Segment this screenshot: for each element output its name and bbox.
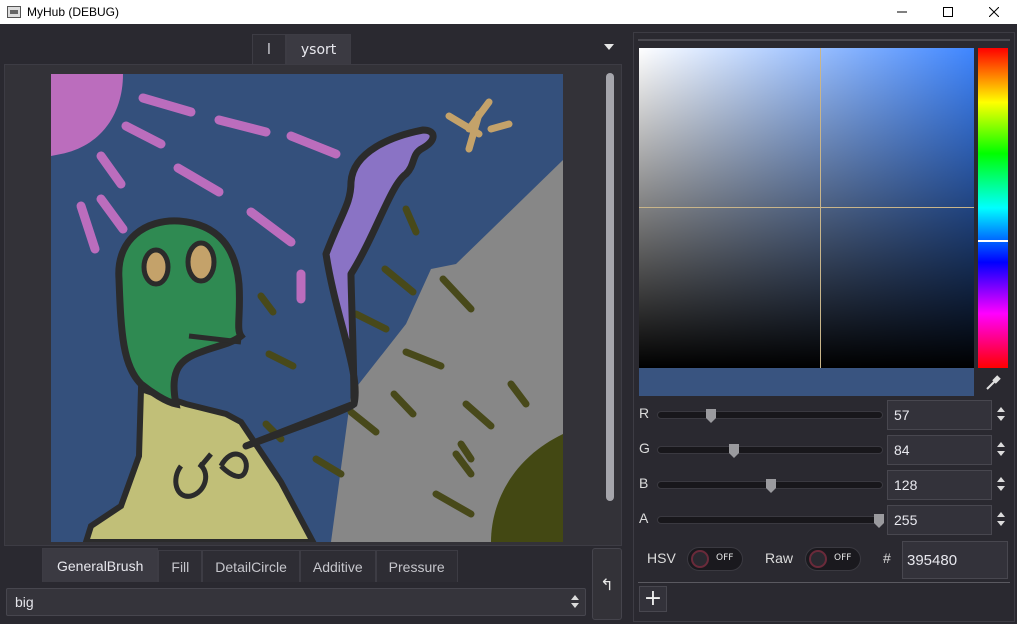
slider-g[interactable]	[657, 444, 883, 458]
brush-tool-tabs: GeneralBrush Fill DetailCircle Additive …	[42, 548, 458, 582]
spinner-r-icon[interactable]	[997, 407, 1005, 421]
close-icon	[989, 7, 999, 17]
title-bar: MyHub (DEBUG)	[0, 0, 1017, 24]
undo-button[interactable]: ↰	[592, 548, 622, 620]
raw-label: Raw	[765, 550, 794, 566]
hsv-toggle[interactable]: OFF	[687, 547, 743, 571]
slider-a[interactable]	[657, 514, 884, 528]
tab-label: Pressure	[388, 558, 445, 575]
raw-toggle[interactable]: OFF	[805, 547, 861, 571]
spinner-g-icon[interactable]	[997, 442, 1005, 456]
canvas-viewport[interactable]	[4, 64, 622, 546]
select-spinner-icon	[571, 595, 579, 608]
tab-ysort[interactable]: ysort	[285, 34, 352, 64]
minimize-button[interactable]	[879, 0, 925, 24]
hsv-label: HSV	[647, 550, 676, 566]
slider-handle-g[interactable]	[729, 444, 740, 458]
color-mode-row: HSV OFF Raw OFF # 395480	[639, 539, 1011, 579]
add-swatch-button[interactable]: +	[639, 586, 667, 612]
slider-row-b: B 128	[639, 470, 1011, 500]
panel-divider	[638, 582, 1010, 583]
eyedropper-button[interactable]	[980, 371, 1006, 395]
brush-preset-select[interactable]: big	[6, 588, 586, 616]
slider-b[interactable]	[657, 479, 883, 493]
document-tab-bar: l ysort	[252, 34, 352, 64]
value-input-g[interactable]: 84	[887, 435, 992, 465]
tab-l[interactable]: l	[252, 34, 286, 64]
tab-label: GeneralBrush	[57, 557, 144, 574]
value-input-r[interactable]: 57	[887, 400, 992, 430]
maximize-icon	[943, 7, 953, 17]
tab-additive[interactable]: Additive	[299, 550, 376, 582]
drawing-canvas[interactable]	[51, 74, 563, 542]
left-eye	[141, 247, 171, 287]
color-picker-panel: R 57 G 84 B 128 A 255 HSV OFF Raw OFF # …	[633, 32, 1015, 622]
eyedropper-icon	[986, 375, 1001, 390]
hue-marker[interactable]	[978, 240, 1008, 242]
slider-handle-a[interactable]	[874, 514, 884, 528]
panel-divider	[638, 39, 1010, 41]
slider-r[interactable]	[657, 409, 883, 423]
tab-generalbrush[interactable]: GeneralBrush	[42, 548, 159, 582]
tab-fill[interactable]: Fill	[158, 550, 203, 582]
tab-label: Fill	[171, 558, 190, 575]
tab-label: DetailCircle	[215, 558, 287, 575]
value-input-b[interactable]: 128	[887, 470, 992, 500]
canvas-panel: l ysort GeneralBrush Fill DetailCircle A…	[0, 26, 626, 622]
channel-label-r: R	[639, 405, 650, 421]
sv-crosshair-vertical	[820, 48, 821, 368]
tab-detailcircle[interactable]: DetailCircle	[202, 550, 300, 582]
raw-toggle-state: OFF	[834, 553, 852, 563]
saturation-value-square[interactable]	[639, 48, 974, 368]
plus-icon: +	[643, 586, 663, 611]
slider-handle-b[interactable]	[766, 479, 777, 493]
spinner-a-icon[interactable]	[997, 512, 1005, 526]
window-title: MyHub (DEBUG)	[27, 5, 120, 19]
channel-label-a: A	[639, 510, 649, 526]
app-body: l ysort GeneralBrush Fill DetailCircle A…	[0, 24, 1017, 624]
right-eye	[185, 240, 217, 284]
slider-row-r: R 57	[639, 400, 1011, 430]
tab-menu-arrow-icon[interactable]	[604, 44, 614, 50]
value-input-a[interactable]: 255	[887, 505, 992, 535]
hsv-toggle-state: OFF	[716, 553, 734, 563]
hex-color-input[interactable]: 395480	[902, 541, 1008, 579]
tab-pressure[interactable]: Pressure	[375, 550, 458, 582]
close-button[interactable]	[971, 0, 1017, 24]
drawing-artwork[interactable]	[51, 74, 563, 542]
undo-arrow-icon: ↰	[600, 574, 614, 594]
canvas-vertical-scrollbar[interactable]	[605, 73, 615, 541]
maximize-button[interactable]	[925, 0, 971, 24]
channel-label-b: B	[639, 475, 649, 491]
tab-label: l	[267, 41, 271, 58]
brush-preset-value: big	[15, 594, 34, 610]
hue-slider[interactable]	[978, 48, 1008, 368]
tab-label: Additive	[312, 558, 363, 575]
app-icon	[7, 6, 21, 18]
tab-label: ysort	[300, 41, 337, 58]
color-preview	[639, 368, 974, 396]
slider-row-g: G 84	[639, 435, 1011, 465]
hex-hash-label: #	[883, 550, 891, 566]
spinner-b-icon[interactable]	[997, 477, 1005, 491]
minimize-icon	[897, 11, 907, 13]
scrollbar-thumb[interactable]	[606, 73, 614, 501]
slider-handle-r[interactable]	[706, 409, 717, 423]
sv-crosshair-horizontal	[639, 207, 974, 208]
channel-label-g: G	[639, 440, 650, 456]
slider-row-a: A 255	[639, 505, 1011, 535]
